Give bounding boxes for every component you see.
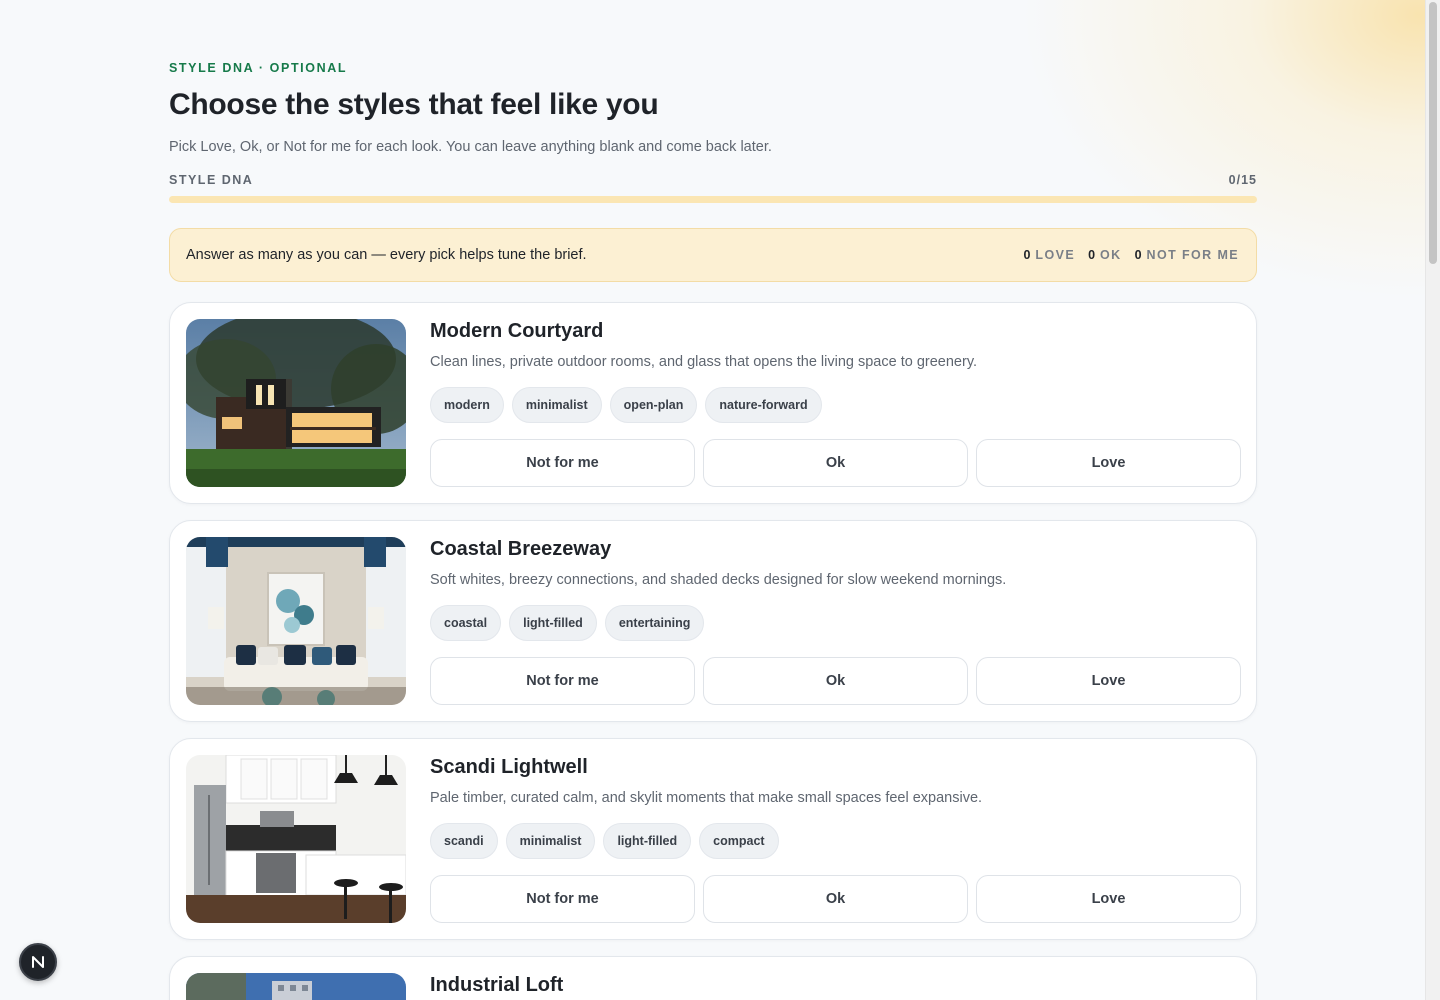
tally-ok: 0 OK: [1088, 248, 1122, 262]
tag-list: modern minimalist open-plan nature-forwa…: [430, 387, 822, 423]
style-description: Soft whites, breezy connections, and sha…: [430, 572, 1007, 588]
style-card: Modern Courtyard Clean lines, private ou…: [169, 302, 1257, 504]
scrollbar-thumb[interactable]: [1429, 2, 1437, 264]
not-for-me-button[interactable]: Not for me: [430, 875, 695, 923]
tally-love: 0 LOVE: [1023, 248, 1076, 262]
tag: minimalist: [511, 387, 602, 423]
style-photo-industrial-loft: [186, 973, 406, 1000]
style-description: Pale timber, curated calm, and skylit mo…: [430, 790, 983, 806]
n-logo-icon: [32, 956, 44, 968]
tag: modern: [430, 387, 504, 423]
tally-not-for-me: 0 NOT FOR ME: [1134, 248, 1239, 262]
style-title: Modern Courtyard: [430, 320, 604, 342]
choice-group: Not for me Ok Love: [430, 875, 1241, 923]
love-button[interactable]: Love: [976, 657, 1241, 705]
style-card: Coastal Breezeway Soft whites, breezy co…: [169, 520, 1257, 722]
style-title: Scandi Lightwell: [430, 756, 588, 778]
tag-list: coastal light-filled entertaining: [430, 605, 705, 641]
style-title: Industrial Loft: [430, 974, 564, 996]
tag: light-filled: [509, 605, 597, 641]
style-photo-coastal-breezeway: [186, 537, 406, 705]
not-for-me-button[interactable]: Not for me: [430, 657, 695, 705]
page-title: Choose the styles that feel like you: [169, 88, 659, 121]
tally-counts: 0 LOVE 0 OK 0 NOT FOR ME: [1023, 248, 1239, 262]
ok-button[interactable]: Ok: [703, 657, 968, 705]
not-for-me-button[interactable]: Not for me: [430, 439, 695, 487]
style-card: Industrial Loft: [169, 956, 1257, 1000]
tag: nature-forward: [705, 387, 822, 423]
ok-button[interactable]: Ok: [703, 439, 968, 487]
tag-list: scandi minimalist light-filled compact: [430, 823, 779, 859]
style-card: Scandi Lightwell Pale timber, curated ca…: [169, 738, 1257, 940]
style-description: Clean lines, private outdoor rooms, and …: [430, 354, 978, 370]
progress-count: 0/15: [1228, 173, 1257, 187]
tag: open-plan: [609, 387, 698, 423]
choice-group: Not for me Ok Love: [430, 657, 1241, 705]
tag: entertaining: [604, 605, 705, 641]
page-subtitle: Pick Love, Ok, or Not for me for each lo…: [169, 139, 772, 155]
eyebrow-label: STYLE DNA · OPTIONAL: [169, 61, 348, 75]
choice-group: Not for me Ok Love: [430, 439, 1241, 487]
tag: compact: [699, 823, 779, 859]
love-button[interactable]: Love: [976, 439, 1241, 487]
tally-banner: Answer as many as you can — every pick h…: [169, 228, 1257, 282]
progress-label: STYLE DNA: [169, 173, 254, 187]
n-logo-badge[interactable]: [19, 943, 57, 981]
tag: light-filled: [603, 823, 692, 859]
style-photo-modern-courtyard: [186, 319, 406, 487]
tag: minimalist: [505, 823, 596, 859]
tag: coastal: [430, 605, 502, 641]
ok-button[interactable]: Ok: [703, 875, 968, 923]
style-photo-scandi-lightwell: [186, 755, 406, 923]
banner-text: Answer as many as you can — every pick h…: [186, 247, 587, 263]
progress-bar: [169, 196, 1257, 203]
tag: scandi: [430, 823, 498, 859]
style-title: Coastal Breezeway: [430, 538, 612, 560]
page-scrollbar[interactable]: [1425, 0, 1440, 1000]
love-button[interactable]: Love: [976, 875, 1241, 923]
